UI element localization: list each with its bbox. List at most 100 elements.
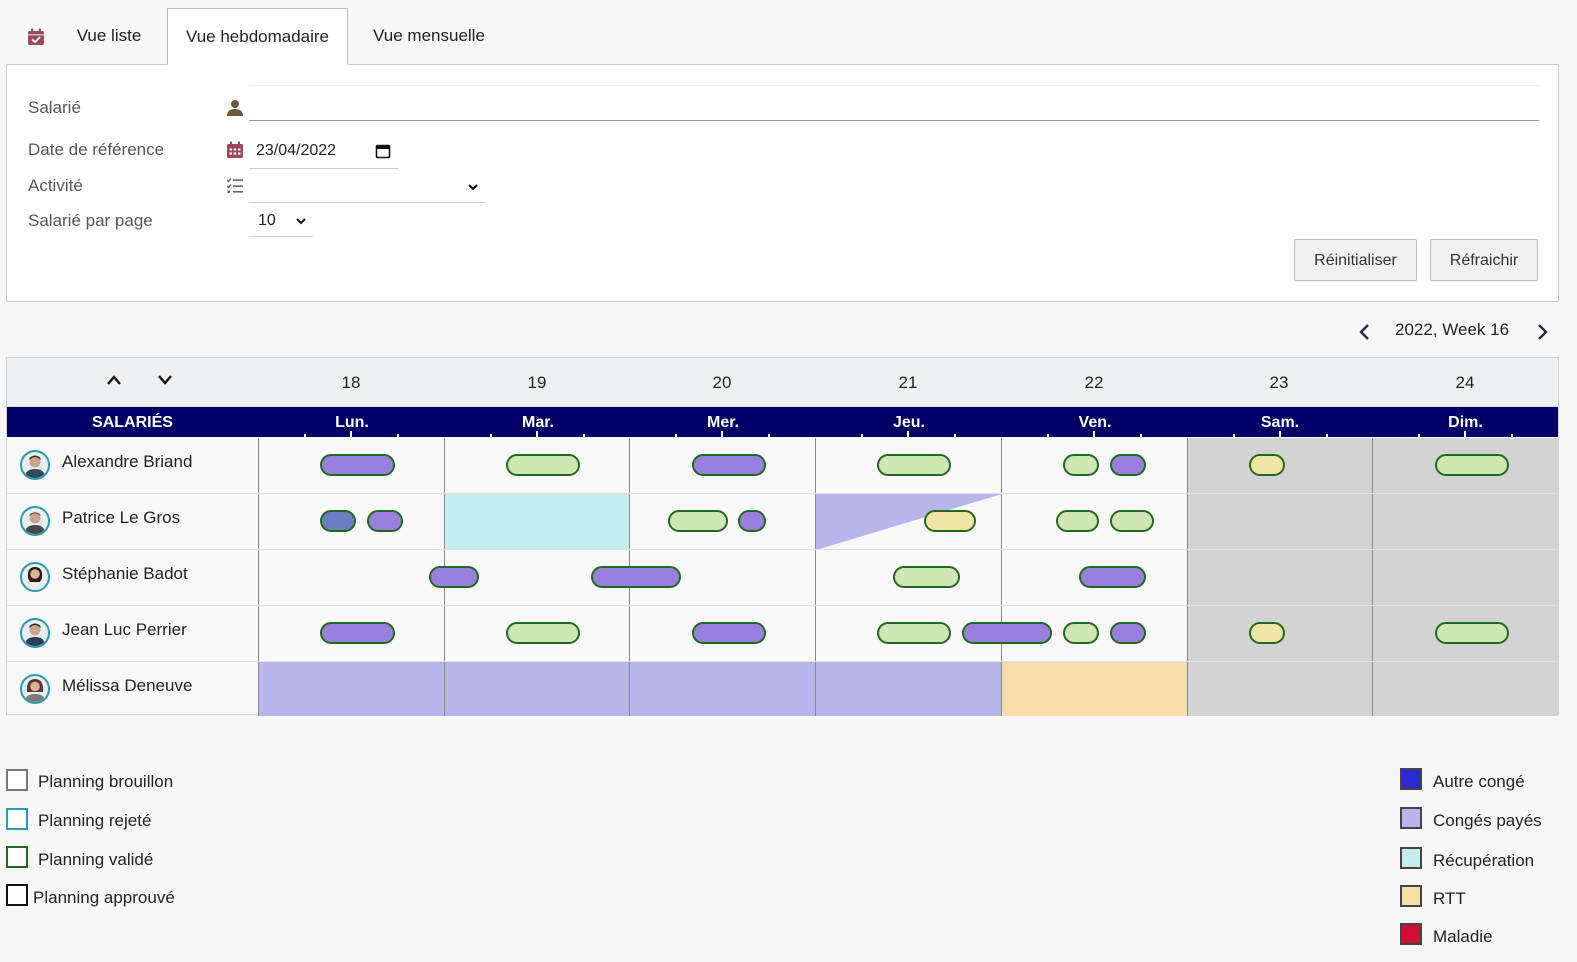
weekend-cell[interactable] bbox=[1187, 494, 1373, 550]
employee-row: Patrice Le Gros bbox=[7, 494, 1558, 550]
day-number: 19 bbox=[527, 373, 547, 392]
day-cell[interactable] bbox=[258, 550, 444, 606]
day-name: Mar. bbox=[521, 414, 554, 431]
filter-panel: Salarié Date de référence 23/04/2022 Act… bbox=[6, 64, 1559, 302]
day-number: 24 bbox=[1455, 373, 1475, 392]
grid-day-number-row: 18 19 20 21 22 23 24 bbox=[7, 358, 1558, 407]
user-icon bbox=[227, 100, 243, 116]
salarie-label: Salarié bbox=[28, 98, 81, 117]
planning-shift[interactable] bbox=[877, 454, 951, 476]
tab-monthly-view[interactable]: Vue mensuelle bbox=[356, 8, 502, 65]
employee-row: Stéphanie Badot bbox=[7, 550, 1558, 606]
planning-shift[interactable] bbox=[320, 622, 395, 644]
tab-list-view[interactable]: Vue liste bbox=[58, 8, 160, 65]
recuperation-cell[interactable] bbox=[444, 494, 630, 550]
planning-shift[interactable] bbox=[320, 510, 356, 532]
planning-shift[interactable] bbox=[506, 454, 580, 476]
employee-name[interactable]: Alexandre Briand bbox=[62, 452, 192, 472]
reset-button[interactable]: Réinitialiser bbox=[1294, 239, 1417, 281]
avatar bbox=[20, 674, 50, 704]
hour-tick bbox=[861, 434, 863, 437]
hour-tick bbox=[490, 434, 492, 437]
employee-row: Mélissa Deneuve bbox=[7, 662, 1558, 716]
planning-shift[interactable] bbox=[962, 622, 1052, 644]
chevron-down-icon bbox=[296, 218, 306, 225]
perpage-label: Salarié par page bbox=[28, 211, 153, 230]
hour-tick bbox=[350, 431, 352, 437]
employee-name[interactable]: Mélissa Deneuve bbox=[62, 676, 192, 696]
day-name: Mer. bbox=[706, 414, 739, 431]
legend-label: Planning brouillon bbox=[38, 772, 174, 791]
employee-row: Alexandre Briand bbox=[7, 438, 1558, 494]
hour-tick bbox=[1047, 434, 1049, 437]
legend-swatch bbox=[1400, 847, 1422, 869]
planning-shift[interactable] bbox=[1063, 622, 1099, 644]
planning-shift[interactable] bbox=[692, 454, 766, 476]
planning-shift[interactable] bbox=[1063, 454, 1099, 476]
planning-shift[interactable] bbox=[1435, 454, 1509, 476]
planning-shift[interactable] bbox=[1110, 510, 1154, 532]
day-name: Dim. bbox=[1448, 414, 1483, 431]
legend-label: Planning validé bbox=[38, 850, 154, 869]
hour-tick bbox=[907, 431, 909, 437]
previous-week-icon[interactable] bbox=[1358, 322, 1372, 342]
planning-shift[interactable] bbox=[1056, 510, 1099, 532]
weekend-cell[interactable] bbox=[1372, 550, 1558, 606]
legend-swatch bbox=[6, 808, 28, 830]
rtt-cell[interactable] bbox=[1001, 662, 1187, 716]
planning-shift[interactable] bbox=[924, 510, 976, 532]
planning-shift[interactable] bbox=[738, 510, 766, 532]
employee-name[interactable]: Stéphanie Badot bbox=[62, 564, 188, 584]
employee-name[interactable]: Jean Luc Perrier bbox=[62, 620, 187, 640]
legend-label: Planning approuvé bbox=[33, 888, 175, 907]
planning-shift[interactable] bbox=[1435, 622, 1509, 644]
refresh-button[interactable]: Réfraichir bbox=[1430, 239, 1538, 281]
hour-tick bbox=[1279, 431, 1281, 437]
hour-tick bbox=[675, 434, 677, 437]
conges-payes-cell[interactable] bbox=[815, 662, 1001, 716]
chevron-down-icon[interactable] bbox=[157, 374, 173, 386]
hour-tick bbox=[583, 434, 585, 437]
chevron-down-icon bbox=[468, 184, 478, 191]
activite-select[interactable] bbox=[249, 171, 485, 203]
legend-swatch bbox=[1400, 885, 1422, 907]
date-picker-icon[interactable] bbox=[375, 143, 391, 159]
planning-shift[interactable] bbox=[692, 622, 766, 644]
planning-shift[interactable] bbox=[429, 566, 479, 588]
avatar bbox=[20, 618, 50, 648]
weekend-cell[interactable] bbox=[1187, 662, 1373, 716]
planning-shift[interactable] bbox=[893, 566, 960, 588]
planning-shift[interactable] bbox=[591, 566, 681, 588]
planning-shift[interactable] bbox=[1079, 566, 1146, 588]
week-label: 2022, Week 16 bbox=[1395, 320, 1510, 339]
planning-shift[interactable] bbox=[1249, 622, 1285, 644]
planning-shift[interactable] bbox=[1110, 454, 1146, 476]
conges-payes-cell[interactable] bbox=[629, 662, 815, 716]
planning-shift[interactable] bbox=[1249, 454, 1285, 476]
salarie-input[interactable] bbox=[249, 85, 1539, 121]
conges-payes-cell[interactable] bbox=[258, 662, 444, 716]
planning-shift[interactable] bbox=[506, 622, 580, 644]
hour-tick bbox=[304, 434, 306, 437]
planning-shift[interactable] bbox=[668, 510, 728, 532]
avatar bbox=[20, 562, 50, 592]
hour-tick bbox=[1140, 434, 1142, 437]
planning-shift[interactable] bbox=[1110, 622, 1146, 644]
employee-name[interactable]: Patrice Le Gros bbox=[62, 508, 180, 528]
legend-swatch bbox=[6, 769, 28, 791]
planning-shift[interactable] bbox=[367, 510, 403, 532]
reference-date-input[interactable]: 23/04/2022 bbox=[249, 135, 399, 169]
day-number: 18 bbox=[341, 373, 361, 392]
tab-weekly-view[interactable]: Vue hebdomadaire bbox=[167, 8, 348, 65]
perpage-select[interactable]: 10 bbox=[249, 205, 313, 237]
planning-shift[interactable] bbox=[320, 454, 395, 476]
calendar-check-icon bbox=[28, 28, 44, 45]
chevron-up-icon[interactable] bbox=[106, 374, 122, 386]
weekend-cell[interactable] bbox=[1187, 550, 1373, 606]
employee-row: Jean Luc Perrier bbox=[7, 606, 1558, 662]
weekend-cell[interactable] bbox=[1372, 494, 1558, 550]
conges-payes-cell[interactable] bbox=[444, 662, 630, 716]
weekend-cell[interactable] bbox=[1372, 662, 1558, 716]
planning-shift[interactable] bbox=[877, 622, 951, 644]
next-week-icon[interactable] bbox=[1535, 322, 1549, 342]
